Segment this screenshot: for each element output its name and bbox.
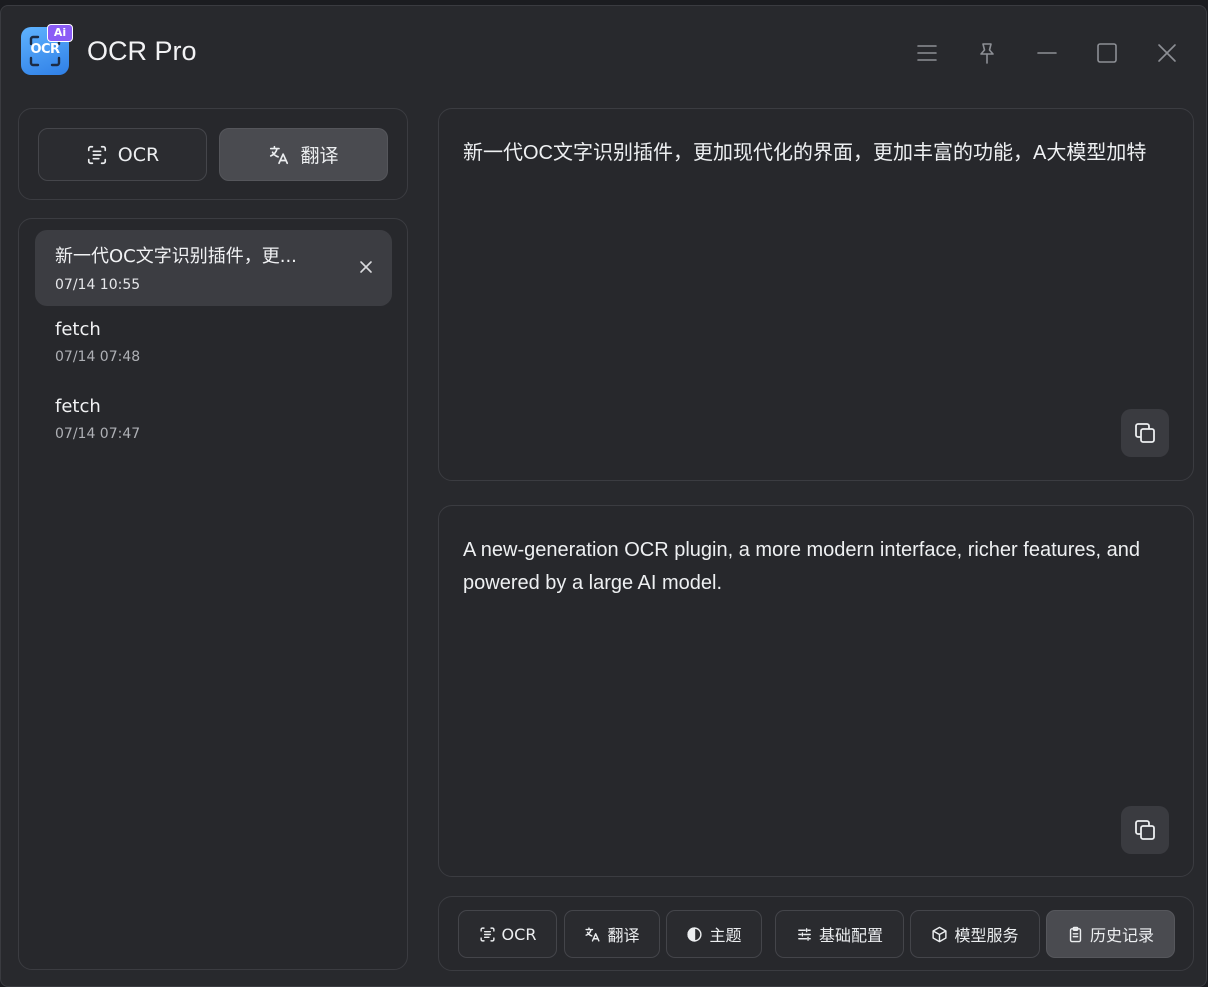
source-text[interactable]: 新一代OC文字识别插件，更加现代化的界面，更加丰富的功能，A大模型加特 xyxy=(463,137,1169,170)
cube-icon xyxy=(932,926,948,942)
toolbar-ocr-label: OCR xyxy=(501,924,537,944)
toolbar-model-button[interactable]: 模型服务 xyxy=(910,910,1040,958)
ocr-mode-label: OCR xyxy=(117,143,160,166)
close-icon[interactable] xyxy=(1155,41,1179,65)
toolbar-translate-button[interactable]: 翻译 xyxy=(564,910,660,958)
bottom-toolbar: OCR 翻译 主题 基础配置 模型服务 历史记录 xyxy=(438,896,1194,971)
maximize-icon[interactable] xyxy=(1095,41,1119,65)
app-window: OCR Ai OCR Pro OCR 翻译 新一代OC文字识别插件，更... 0… xyxy=(0,5,1207,987)
history-item-time: 07/14 07:47 xyxy=(55,426,141,442)
history-item-title: 新一代OC文字识别插件，更... xyxy=(55,246,297,267)
toolbar-history-label: 历史记录 xyxy=(1089,926,1154,945)
source-text-panel[interactable]: 新一代OC文字识别插件，更加现代化的界面，更加丰富的功能，A大模型加特 xyxy=(438,108,1194,481)
app-logo-icon: OCR Ai xyxy=(21,24,73,75)
app-title: OCR Pro xyxy=(87,36,197,66)
clipboard-icon xyxy=(1069,926,1082,942)
pin-icon[interactable] xyxy=(975,41,999,65)
toolbar-translate-label: 翻译 xyxy=(607,926,640,945)
history-list: 新一代OC文字识别插件，更... 07/14 10:55 fetch 07/14… xyxy=(18,218,408,970)
theme-icon xyxy=(687,926,703,942)
translated-text-panel[interactable]: A new-generation OCR plugin, a more mode… xyxy=(438,505,1194,877)
translate-mode-button[interactable]: 翻译 xyxy=(219,128,388,181)
history-item[interactable]: fetch 07/14 07:47 xyxy=(35,384,392,460)
history-item-time: 07/14 07:48 xyxy=(55,349,141,365)
translate-icon xyxy=(270,145,289,164)
menu-icon[interactable] xyxy=(915,41,939,65)
copy-icon xyxy=(1135,820,1155,840)
ocr-mode-button[interactable]: OCR xyxy=(38,128,207,181)
translate-mode-label: 翻译 xyxy=(300,145,339,167)
history-item-time: 07/14 10:55 xyxy=(55,277,141,293)
copy-source-button[interactable] xyxy=(1121,409,1169,457)
delete-history-icon[interactable] xyxy=(358,259,374,275)
toolbar-theme-label: 主题 xyxy=(709,926,742,945)
scan-text-icon xyxy=(479,926,495,942)
toolbar-model-label: 模型服务 xyxy=(954,926,1019,945)
toolbar-theme-button[interactable]: 主题 xyxy=(666,910,762,958)
title-bar[interactable]: OCR Ai OCR Pro xyxy=(1,6,1206,96)
translate-icon xyxy=(585,926,601,942)
copy-icon xyxy=(1135,423,1155,443)
copy-translation-button[interactable] xyxy=(1121,806,1169,854)
mode-selector: OCR 翻译 xyxy=(18,108,408,200)
toolbar-settings-button[interactable]: 基础配置 xyxy=(775,910,904,958)
minimize-icon[interactable] xyxy=(1035,41,1059,65)
toolbar-settings-label: 基础配置 xyxy=(818,926,883,945)
toolbar-ocr-button[interactable]: OCR xyxy=(458,910,557,958)
scan-text-icon xyxy=(87,145,106,164)
toolbar-history-button[interactable]: 历史记录 xyxy=(1046,910,1175,958)
history-item-title: fetch xyxy=(55,319,101,340)
history-item[interactable]: fetch 07/14 07:48 xyxy=(35,307,392,383)
sliders-icon xyxy=(798,927,811,941)
translated-text[interactable]: A new-generation OCR plugin, a more mode… xyxy=(463,534,1169,600)
history-item-title: fetch xyxy=(55,396,101,417)
history-item[interactable]: 新一代OC文字识别插件，更... 07/14 10:55 xyxy=(35,230,392,306)
